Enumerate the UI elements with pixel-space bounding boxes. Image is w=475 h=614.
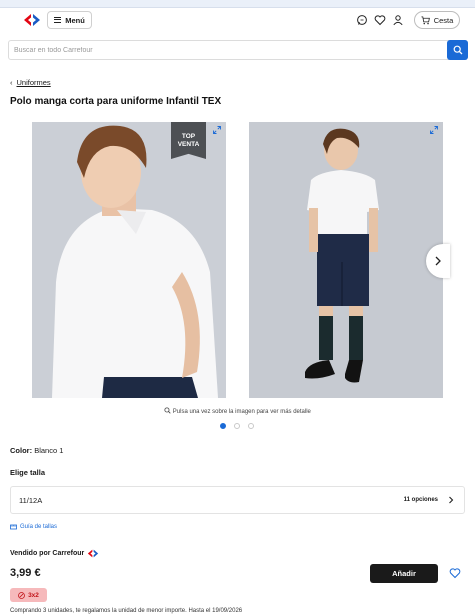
zoom-icon: [164, 407, 171, 414]
size-label: Elige talla: [10, 468, 46, 477]
hamburger-icon: [54, 17, 62, 23]
top-venta-badge: TOP VENTA: [171, 122, 206, 159]
carrefour-logo: [88, 549, 99, 558]
carousel-dot[interactable]: [220, 423, 226, 429]
breadcrumb: ‹ Uniformes: [10, 78, 51, 87]
ruler-icon: [10, 524, 17, 530]
site-header: Menú Cesta: [0, 8, 475, 35]
chevron-left-icon: ‹: [10, 78, 13, 87]
expand-icon[interactable]: [213, 126, 221, 134]
browser-top-strip: [0, 0, 475, 8]
promo-description: Comprando 3 unidades, te regalamos la un…: [10, 608, 243, 614]
color-value: Blanco 1: [34, 446, 64, 455]
favorite-heart-icon[interactable]: [449, 567, 461, 579]
carousel-dot[interactable]: [248, 423, 254, 429]
color-label: Color:: [10, 446, 33, 455]
heart-icon[interactable]: [374, 14, 386, 26]
search-button[interactable]: [447, 40, 468, 60]
product-price: 3,99 €: [10, 567, 41, 579]
promo-badge: 3x2: [10, 588, 47, 602]
user-icon[interactable]: [392, 14, 404, 26]
cart-label: Cesta: [433, 15, 454, 25]
color-info: Color: Blanco 1: [10, 446, 63, 455]
menu-label: Menú: [65, 15, 85, 25]
chevron-right-icon: [449, 496, 454, 504]
size-options-count: 11 opciones: [403, 497, 438, 503]
search-bar: [8, 40, 468, 60]
product-image-2[interactable]: [249, 122, 443, 398]
size-guide-link[interactable]: Guía de tallas: [10, 524, 57, 530]
search-icon: [453, 45, 462, 55]
carrefour-logo[interactable]: [23, 13, 41, 27]
size-selector[interactable]: 11/12A 11 opciones: [10, 486, 465, 514]
product-photo-boy-closeup: [32, 122, 226, 398]
expand-icon[interactable]: [430, 126, 438, 134]
seller-text: Vendido por Carrefour: [10, 550, 85, 557]
product-photo-boy-fullbody: [249, 122, 443, 398]
product-image-1[interactable]: TOP VENTA: [32, 122, 226, 398]
discount-icon: [18, 591, 25, 599]
carousel-dot[interactable]: [234, 423, 240, 429]
cart-button[interactable]: Cesta: [414, 11, 460, 29]
chevron-right-icon: [435, 256, 441, 266]
chat-icon[interactable]: [356, 14, 368, 26]
menu-button[interactable]: Menú: [47, 11, 92, 29]
size-value: 11/12A: [19, 495, 43, 505]
search-input[interactable]: [14, 44, 434, 57]
add-to-cart-button[interactable]: Añadir: [370, 564, 438, 583]
carousel-dots: [220, 423, 254, 429]
cart-icon: [421, 15, 430, 24]
product-title: Polo manga corta para uniforme Infantil …: [10, 96, 222, 107]
breadcrumb-link[interactable]: Uniformes: [17, 78, 51, 87]
seller-info: Vendido por Carrefour: [10, 549, 99, 558]
image-hint: Pulsa una vez sobre la imagen para ver m…: [0, 407, 475, 415]
